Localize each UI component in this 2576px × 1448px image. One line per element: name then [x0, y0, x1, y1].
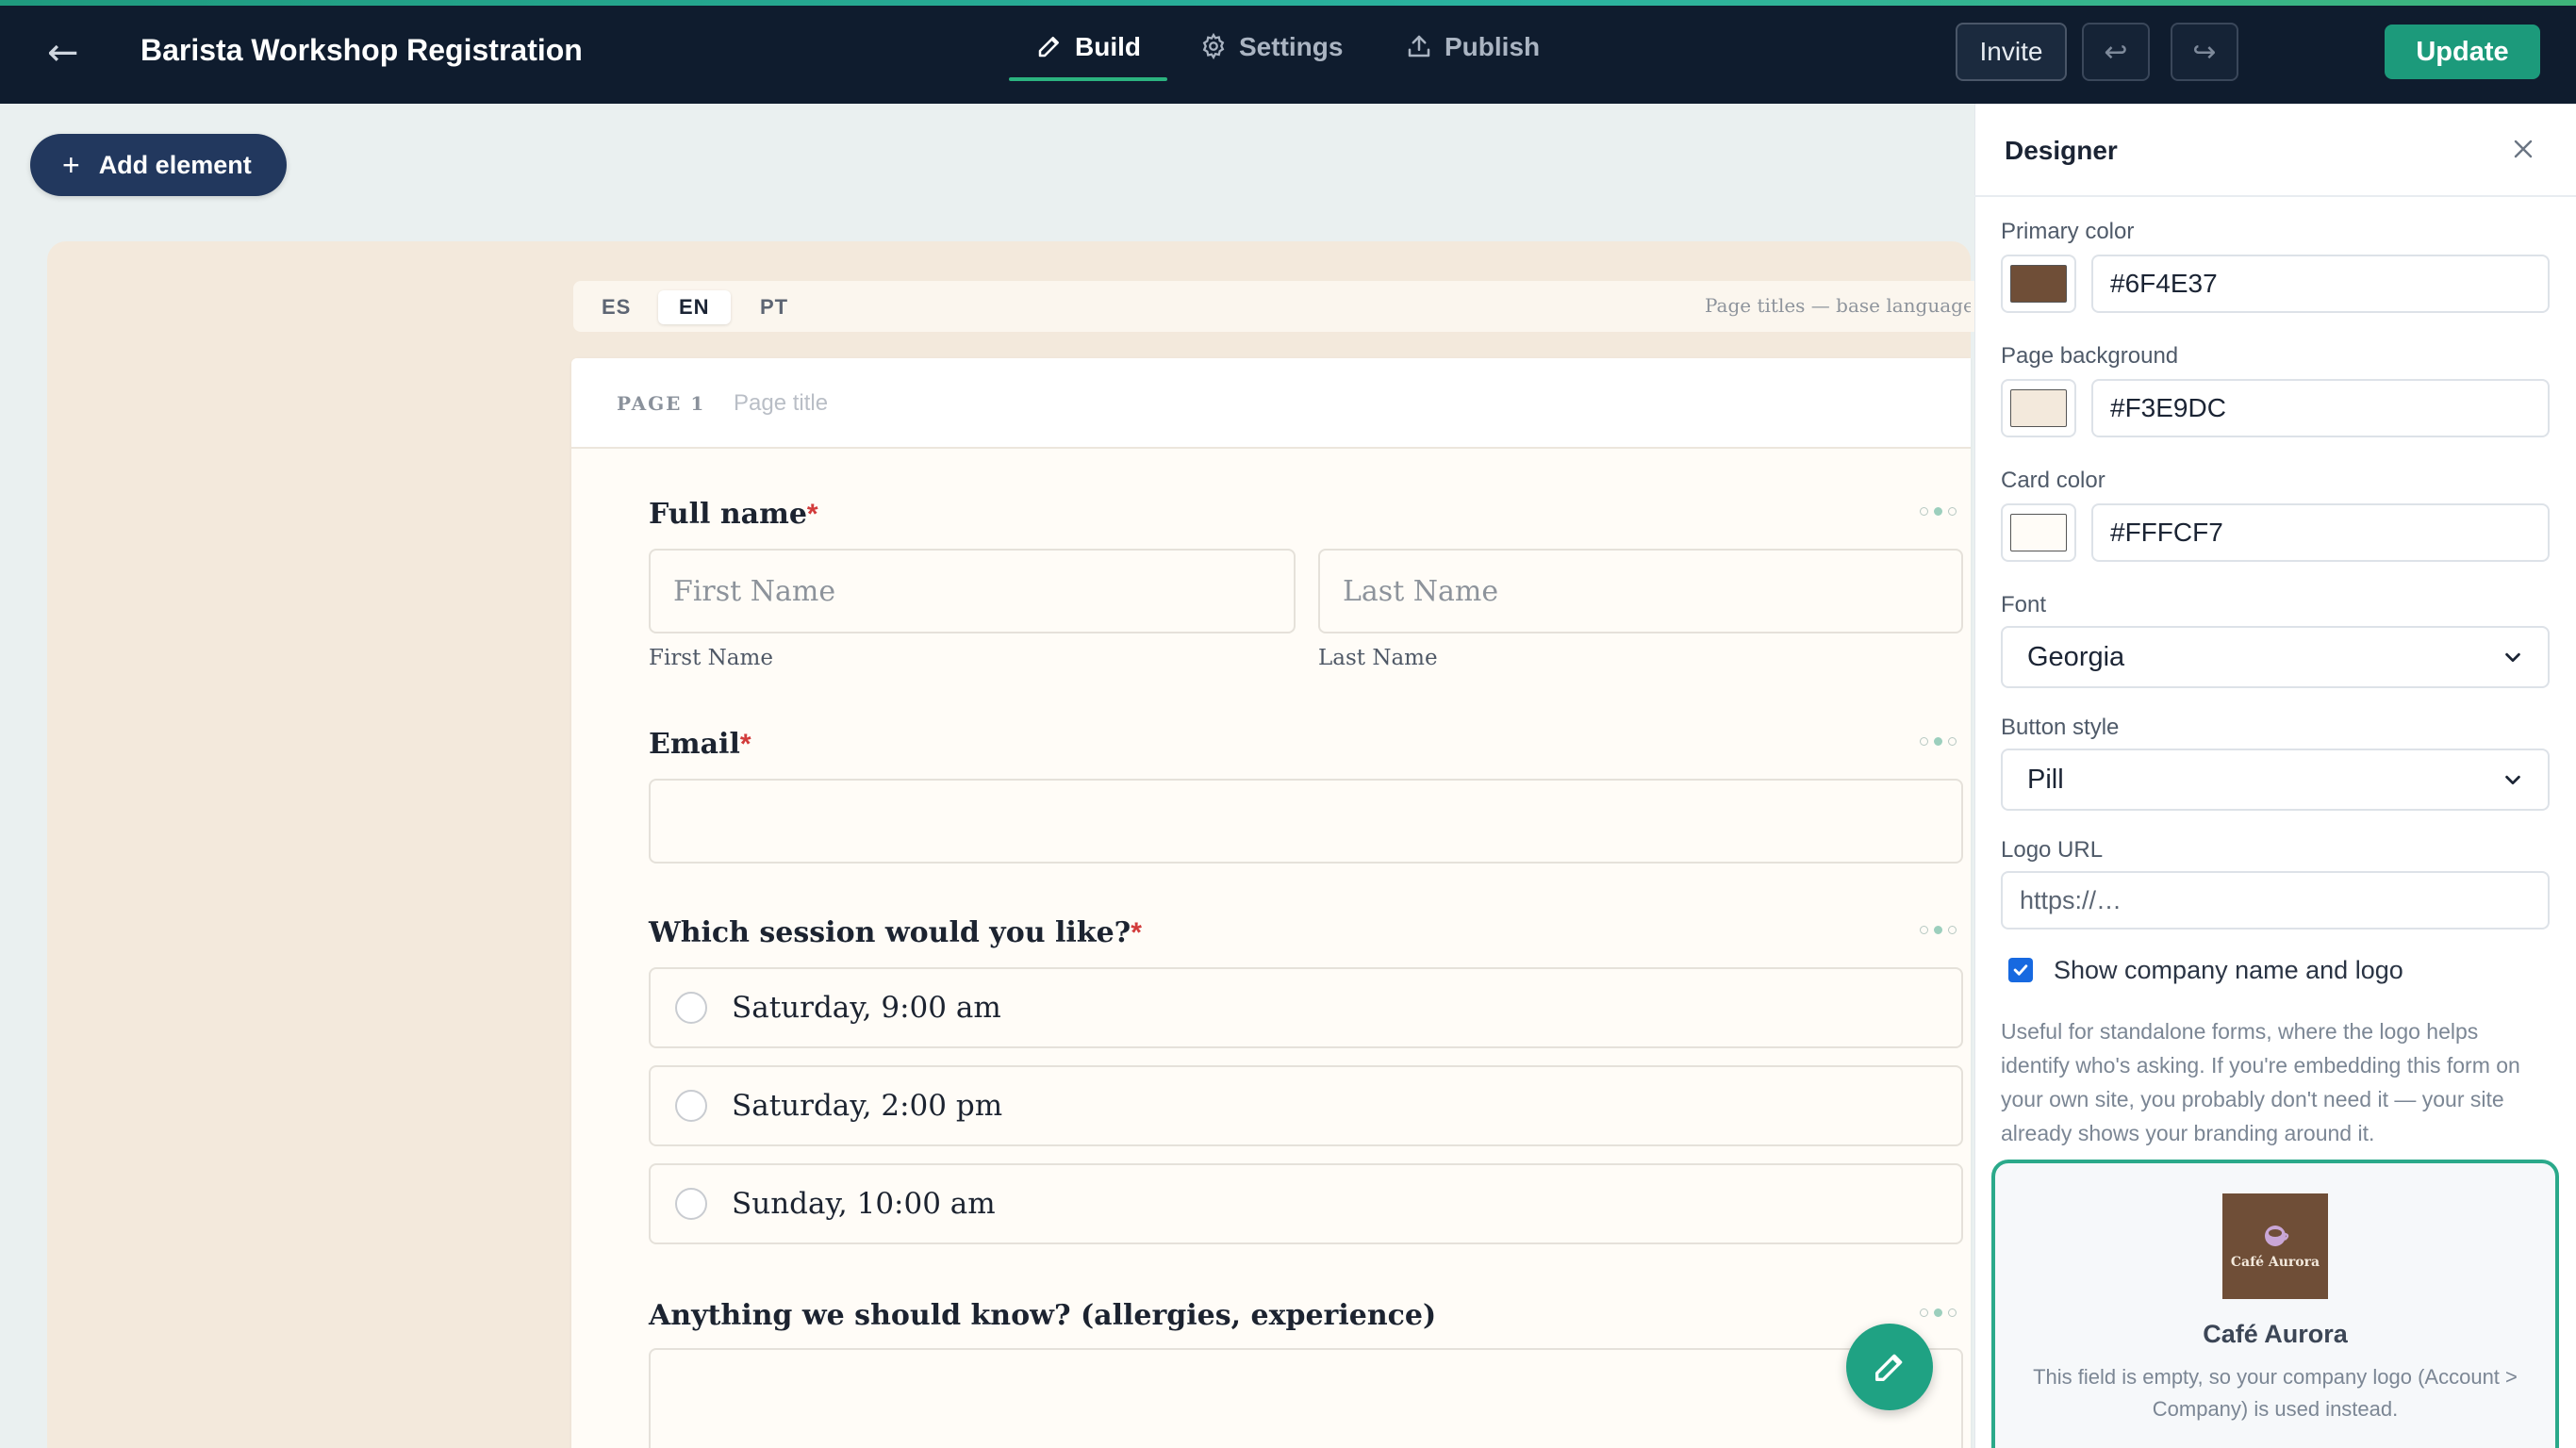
form-title: Barista Workshop Registration [140, 33, 583, 67]
active-tab-indicator [1009, 77, 1167, 81]
session-option-label: Saturday, 9:00 am [732, 991, 1001, 1025]
session-option-label: Saturday, 2:00 pm [732, 1089, 1003, 1123]
designer-title: Designer [2005, 136, 2118, 165]
designer-divider [1974, 195, 2576, 197]
logo-fallback-note: This field is empty, so your company log… [2033, 1365, 2518, 1421]
question-notes-label: Anything we should know? (allergies, exp… [649, 1299, 1437, 1332]
company-name: Café Aurora [2203, 1320, 2348, 1348]
chevron-down-icon [2505, 775, 2520, 785]
page-title-input[interactable] [734, 387, 1299, 420]
show-company-checkbox[interactable] [2008, 958, 2033, 982]
logo-text: Café Aurora [2230, 1255, 2320, 1270]
first-name-sublabel: First Name [649, 646, 773, 670]
coffee-cup-icon [2265, 1226, 2289, 1246]
plus-icon: + [62, 148, 80, 182]
notes-textarea[interactable] [649, 1348, 1963, 1448]
checkmark-icon [2013, 964, 2028, 976]
tab-settings[interactable]: Settings [1199, 32, 1343, 81]
pencil-icon [1038, 37, 1059, 58]
undo-icon: ↩ [2104, 35, 2128, 69]
font-label: Font [2001, 592, 2047, 617]
card-color-label: Card color [2001, 468, 2105, 493]
logo-url-label: Logo URL [2001, 837, 2104, 863]
primary-color-swatch[interactable] [2001, 255, 2076, 313]
session-option[interactable]: Saturday, 9:00 am [649, 967, 1963, 1048]
session-option-label: Sunday, 10:00 am [732, 1187, 996, 1221]
upload-icon [1408, 35, 1430, 58]
show-company-label[interactable]: Show company name and logo [2054, 956, 2403, 985]
question-full-name-label: Full name* [649, 498, 818, 531]
font-select[interactable]: Georgia [2001, 626, 2550, 688]
card-color-swatch[interactable] [2001, 503, 2076, 562]
add-element-label: Add element [98, 150, 252, 179]
gear-icon [1202, 32, 1225, 60]
radio-button[interactable] [675, 1090, 707, 1122]
font-select-value: Georgia [2027, 641, 2125, 672]
invite-button[interactable]: Invite [1956, 23, 2067, 81]
undo-button[interactable]: ↩ [2082, 23, 2150, 81]
tab-publish-label: Publish [1445, 32, 1541, 61]
redo-icon: ↪ [2192, 35, 2217, 69]
session-option[interactable]: Saturday, 2:00 pm [649, 1065, 1963, 1146]
close-icon [2514, 140, 2533, 158]
question-label-text: Which session would you like? [649, 916, 1131, 949]
last-name-input[interactable] [1318, 549, 1963, 634]
close-button[interactable] [2508, 134, 2538, 164]
back-button[interactable]: ← [47, 34, 85, 72]
primary-color-label: Primary color [2001, 219, 2135, 244]
button-style-label: Button style [2001, 715, 2120, 740]
lang-option-pt[interactable]: PT [739, 290, 809, 324]
lang-option-en[interactable]: EN [658, 290, 731, 324]
drag-handle[interactable] [1920, 735, 1963, 747]
required-marker: * [806, 499, 818, 530]
tab-build-label: Build [1075, 32, 1141, 61]
top-accent-stripe [0, 0, 2576, 6]
button-style-value: Pill [2027, 764, 2064, 795]
lang-option-es[interactable]: ES [581, 290, 652, 324]
session-option[interactable]: Sunday, 10:00 am [649, 1163, 1963, 1244]
required-marker: * [739, 729, 751, 760]
question-label-text: Email [649, 728, 740, 761]
radio-button[interactable] [675, 992, 707, 1024]
button-style-select[interactable]: Pill [2001, 749, 2550, 811]
language-note: Page titles — base language: E [1705, 294, 1971, 317]
question-session-label: Which session would you like?* [649, 916, 1142, 949]
card-color-input[interactable] [2091, 503, 2550, 562]
tab-publish[interactable]: Publish [1405, 32, 1540, 81]
chevron-down-icon [2505, 652, 2520, 663]
logo-url-input[interactable] [2001, 871, 2550, 930]
drag-handle[interactable] [1920, 924, 1963, 935]
company-logo: Café Aurora [2222, 1193, 2328, 1299]
page-background-input[interactable] [2091, 379, 2550, 437]
drag-handle[interactable] [1920, 505, 1963, 517]
page-background-swatch[interactable] [2001, 379, 2076, 437]
tab-build[interactable]: Build [1035, 32, 1141, 81]
arrow-left-icon: ← [47, 31, 79, 74]
update-button[interactable]: Update [2385, 25, 2540, 79]
question-email-label: Email* [649, 728, 751, 761]
required-marker: * [1131, 917, 1142, 948]
first-name-input[interactable] [649, 549, 1296, 634]
swatch-color [2010, 514, 2067, 551]
question-label-text: Full name [649, 498, 807, 531]
email-input[interactable] [649, 779, 1963, 864]
branding-help-text: Useful for standalone forms, where the l… [2001, 1019, 2520, 1145]
add-element-button[interactable]: + Add element [30, 134, 287, 196]
primary-color-input[interactable] [2091, 255, 2550, 313]
swatch-color [2010, 389, 2067, 427]
drag-handle[interactable] [1920, 1307, 1963, 1318]
radio-button[interactable] [675, 1188, 707, 1220]
redo-button[interactable]: ↪ [2171, 23, 2238, 81]
pencil-icon [1875, 1354, 1903, 1381]
edit-fab-button[interactable] [1846, 1324, 1933, 1410]
page-number-label: PAGE 1 [617, 392, 706, 415]
tab-settings-label: Settings [1239, 32, 1344, 61]
page-background-label: Page background [2001, 343, 2179, 369]
last-name-sublabel: Last Name [1318, 646, 1438, 670]
swatch-color [2010, 265, 2067, 303]
